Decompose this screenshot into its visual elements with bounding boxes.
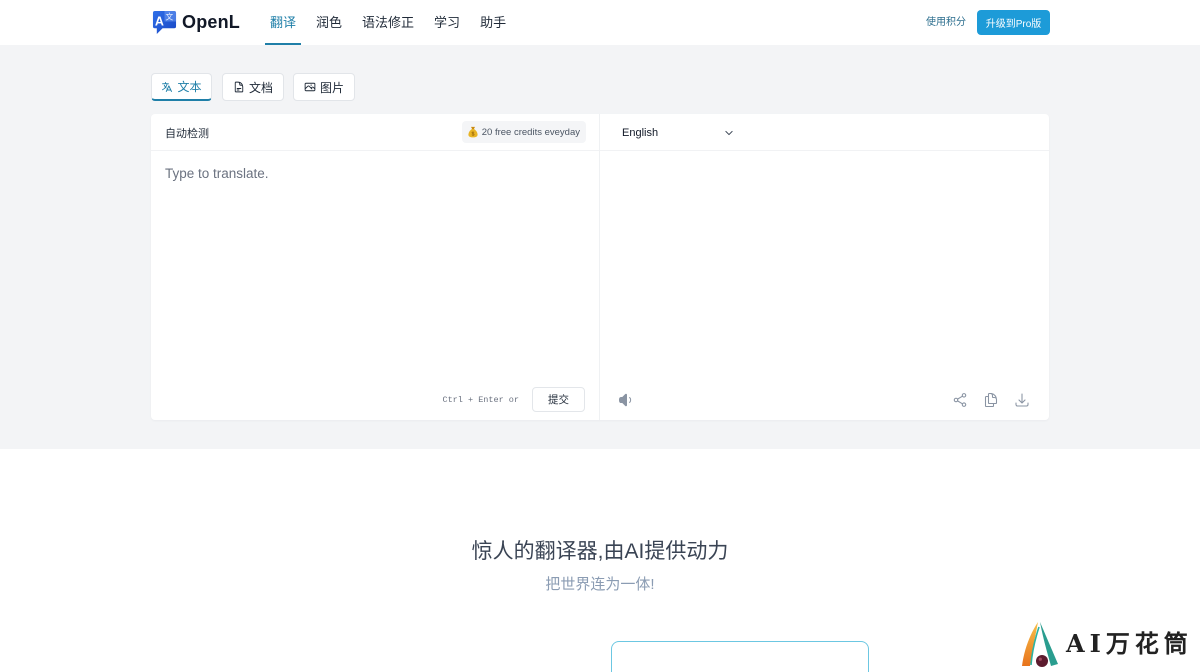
top-navigation-bar: A 文 OpenL 翻译 润色 语法修正 学习 助手 使用积分 升级到Pro版 bbox=[0, 0, 1200, 45]
money-bag-icon bbox=[468, 126, 478, 138]
speaker-icon bbox=[619, 393, 632, 407]
target-language-label: English bbox=[622, 126, 659, 139]
nav-item-learn[interactable]: 学习 bbox=[429, 0, 465, 45]
nav-item-translate[interactable]: 翻译 bbox=[265, 0, 302, 45]
svg-text:文: 文 bbox=[165, 12, 173, 22]
hero-subtitle: 把世界连为一体! bbox=[545, 576, 655, 593]
main-nav: 翻译 润色 语法修正 学习 助手 bbox=[265, 0, 521, 45]
free-credits-badge: 20 free credits eveyday bbox=[461, 121, 586, 143]
share-icon bbox=[953, 393, 967, 407]
tab-document-label: 文档 bbox=[248, 80, 273, 95]
watermark: AI万花筒 bbox=[1020, 618, 1188, 670]
watermark-text: AI万花筒 bbox=[1066, 629, 1193, 658]
target-pane-header: English bbox=[600, 114, 1049, 151]
nav-item-polish[interactable]: 润色 bbox=[311, 0, 347, 45]
free-credits-text: 20 free credits eveyday bbox=[481, 126, 580, 138]
translate-icon bbox=[162, 81, 173, 92]
tab-text-label: 文本 bbox=[177, 80, 202, 94]
source-language-label: 自动检测 bbox=[165, 127, 209, 140]
target-pane: English bbox=[600, 114, 1049, 420]
translator-workspace: 文本 文档 图片 自动检测 20 free credits eveyday Ty… bbox=[0, 45, 1200, 449]
target-language-select[interactable]: English bbox=[622, 114, 734, 151]
copy-icon bbox=[984, 392, 998, 408]
feature-card bbox=[611, 641, 869, 672]
tab-image-label: 图片 bbox=[319, 80, 344, 95]
document-icon bbox=[234, 81, 244, 93]
source-pane: 自动检测 20 free credits eveyday Ctrl + Ente… bbox=[151, 114, 600, 420]
image-icon bbox=[304, 82, 316, 92]
share-button[interactable] bbox=[952, 392, 968, 408]
speak-output-button[interactable] bbox=[618, 392, 634, 408]
tab-document[interactable]: 文档 bbox=[222, 73, 284, 101]
download-button[interactable] bbox=[1014, 392, 1030, 408]
openl-logo[interactable]: A 文 OpenL bbox=[152, 10, 240, 35]
source-language-select[interactable]: 自动检测 bbox=[165, 114, 209, 151]
nav-item-assistant[interactable]: 助手 bbox=[475, 0, 511, 45]
use-credits-link[interactable]: 使用积分 bbox=[926, 0, 966, 45]
tab-text[interactable]: 文本 bbox=[151, 73, 212, 101]
ai-kaleidoscope-logo-icon bbox=[1022, 622, 1058, 667]
submit-button[interactable]: 提交 bbox=[532, 387, 585, 412]
nav-item-grammar[interactable]: 语法修正 bbox=[357, 0, 419, 45]
mode-tabs: 文本 文档 图片 bbox=[151, 73, 365, 101]
submit-shortcut-hint: Ctrl + Enter or bbox=[442, 395, 519, 405]
chevron-down-icon bbox=[725, 130, 733, 135]
logo-text: OpenL bbox=[182, 12, 240, 32]
translation-output bbox=[622, 164, 1027, 379]
download-icon bbox=[1015, 393, 1029, 407]
source-pane-header: 自动检测 20 free credits eveyday bbox=[151, 114, 599, 151]
upgrade-pro-button[interactable]: 升级到Pro版 bbox=[977, 10, 1050, 35]
source-text-input[interactable] bbox=[165, 164, 586, 379]
translation-card: 自动检测 20 free credits eveyday Ctrl + Ente… bbox=[151, 114, 1049, 420]
tab-image[interactable]: 图片 bbox=[293, 73, 355, 101]
openl-logo-icon: A 文 bbox=[152, 10, 177, 35]
svg-text:A: A bbox=[155, 14, 164, 28]
copy-button[interactable] bbox=[983, 392, 999, 408]
hero-title: 惊人的翻译器,由AI提供动力 bbox=[471, 540, 729, 563]
